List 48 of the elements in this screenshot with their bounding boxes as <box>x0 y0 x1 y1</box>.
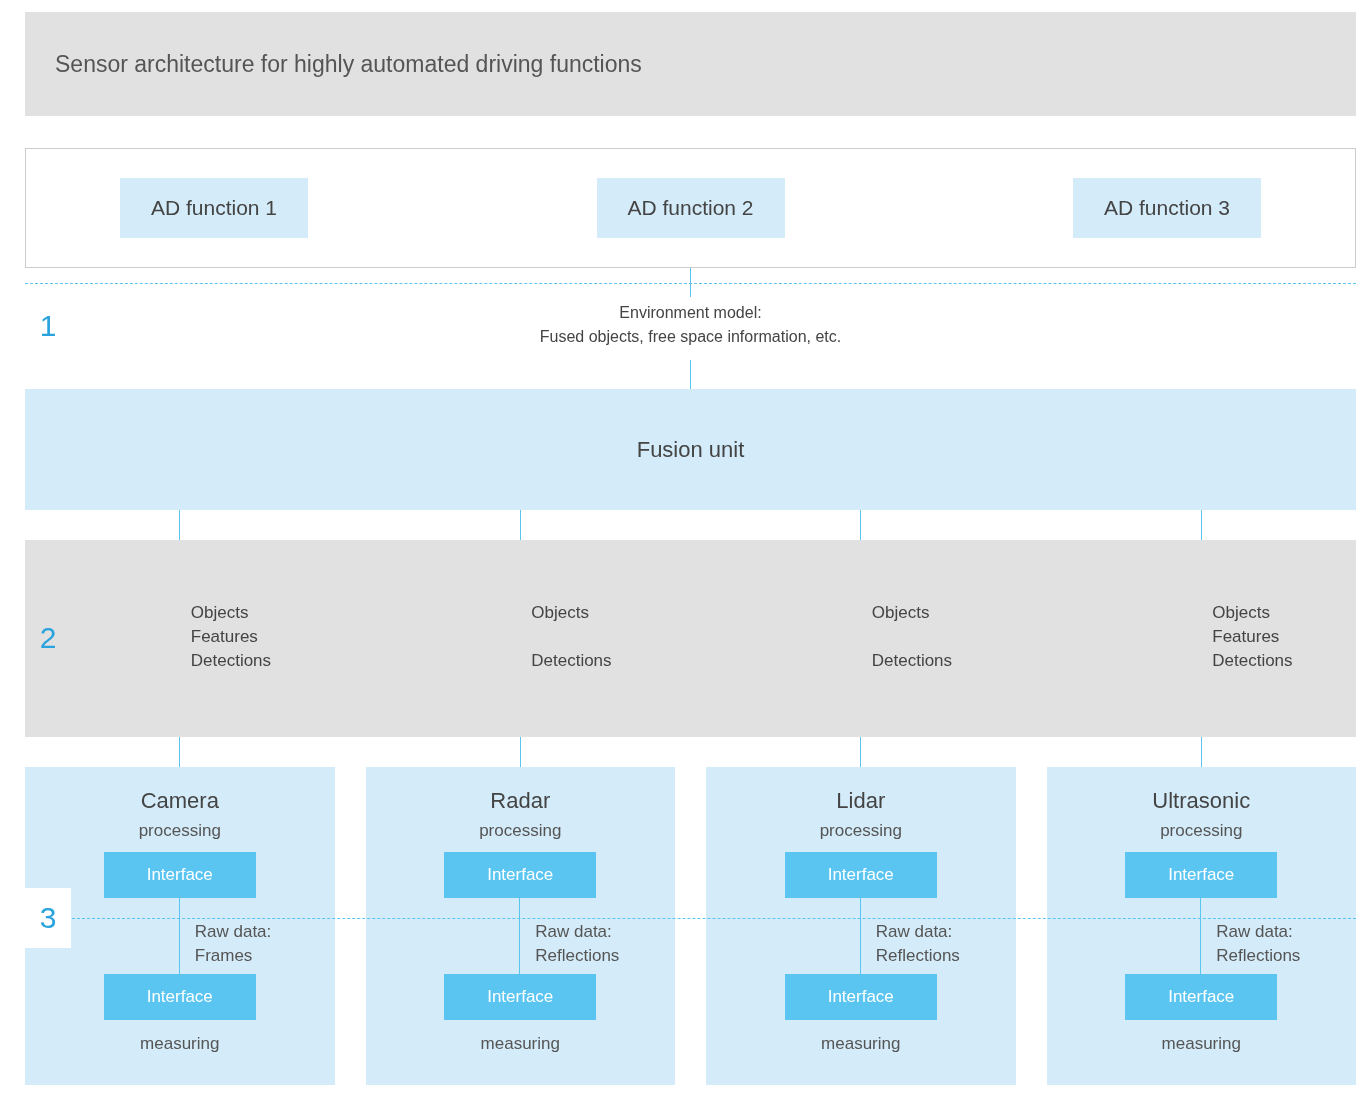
sensor-name: Ultrasonic <box>1152 787 1251 815</box>
layer-number: 1 <box>38 308 58 344</box>
output-label: Objects <box>1212 602 1271 624</box>
interface-box: Interface <box>103 852 256 898</box>
layer-number: 3 <box>25 888 71 948</box>
output-label: Features <box>190 626 259 648</box>
diagram-title: Sensor architecture for highly automated driving functions <box>55 50 642 78</box>
output-label: Detections <box>871 650 954 672</box>
interface-box: Interface <box>1125 974 1278 1020</box>
output-label: Objects <box>190 602 250 624</box>
interface-box: Interface <box>784 974 937 1020</box>
interface-box: Interface <box>103 974 256 1020</box>
processing-label: processing <box>1160 820 1243 842</box>
raw-data-label: Raw data: <box>194 921 273 943</box>
raw-data-label: Raw data: <box>1216 921 1294 943</box>
sensor-name: Camera <box>140 787 219 815</box>
output-label: Detections <box>531 650 613 672</box>
output-label: Objects <box>531 602 590 624</box>
ad-function-box: AD function 2 <box>596 178 785 238</box>
ad-function-box: AD function 3 <box>1073 178 1261 238</box>
ad-function-box: AD function 1 <box>120 178 308 238</box>
output-label: Features <box>1212 626 1281 648</box>
interface-box: Interface <box>444 974 597 1020</box>
interface-box: Interface <box>1125 852 1278 898</box>
output-label: Detections <box>190 650 273 672</box>
output-label: Detections <box>1212 650 1294 672</box>
processing-label: processing <box>479 820 562 842</box>
processing-label: processing <box>138 820 221 842</box>
measuring-label: measuring <box>821 1033 901 1055</box>
connection-label: Environment model: <box>619 303 762 323</box>
sensor-name: Lidar <box>836 787 886 815</box>
fusion-unit-box: Fusion unit <box>25 389 1356 510</box>
output-label: Objects <box>871 602 931 624</box>
measuring-label: measuring <box>140 1033 220 1055</box>
raw-data-label: Reflections <box>875 945 961 967</box>
raw-data-label: Raw data: <box>875 921 954 943</box>
measuring-label: measuring <box>1161 1033 1241 1055</box>
raw-data-label: Reflections <box>1216 945 1302 967</box>
interface-box: Interface <box>784 852 937 898</box>
raw-data-label: Frames <box>194 945 254 967</box>
measuring-label: measuring <box>480 1033 560 1055</box>
sensor-name: Radar <box>490 787 551 815</box>
connection-label: Fused objects, free space information, etc. <box>539 327 842 347</box>
raw-data-label: Reflections <box>535 945 621 967</box>
layer-number: 2 <box>38 620 58 656</box>
processing-label: processing <box>819 820 902 842</box>
interface-box: Interface <box>444 852 597 898</box>
raw-data-label: Raw data: <box>535 921 613 943</box>
